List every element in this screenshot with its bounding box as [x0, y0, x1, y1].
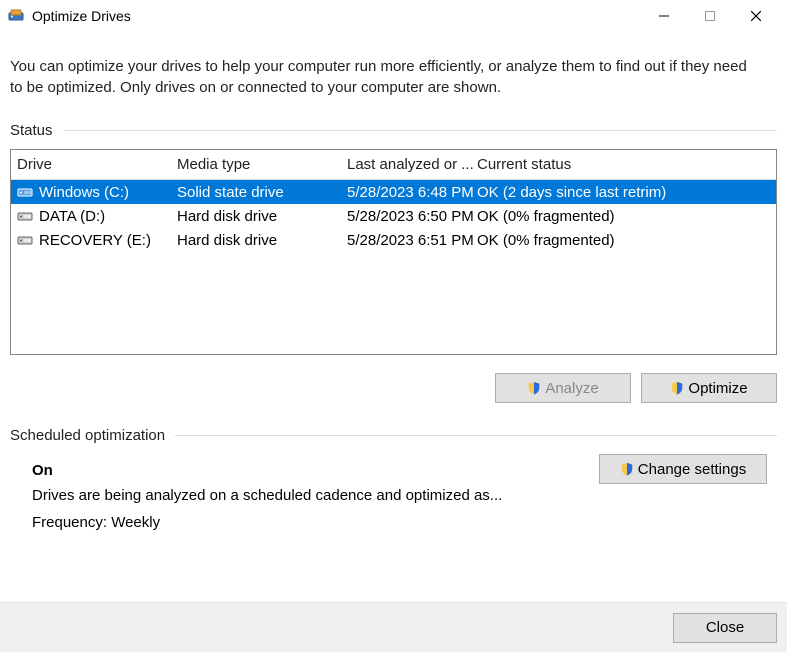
- analyze-button[interactable]: Analyze: [495, 373, 631, 403]
- optimize-button[interactable]: Optimize: [641, 373, 777, 403]
- schedule-desc: Drives are being analyzed on a scheduled…: [32, 487, 502, 504]
- drive-row[interactable]: DATA (D:) Hard disk drive 5/28/2023 6:50…: [11, 204, 776, 228]
- drive-row[interactable]: RECOVERY (E:) Hard disk drive 5/28/2023 …: [11, 228, 776, 252]
- column-header-media[interactable]: Media type: [177, 156, 347, 173]
- shield-icon: [620, 462, 634, 476]
- close-label: Close: [706, 619, 744, 636]
- drive-last: 5/28/2023 6:48 PM: [347, 184, 477, 201]
- column-header-status[interactable]: Current status: [477, 156, 770, 173]
- drive-media: Hard disk drive: [177, 208, 347, 225]
- window-title: Optimize Drives: [32, 8, 641, 24]
- shield-icon: [670, 381, 684, 395]
- drive-status: OK (0% fragmented): [477, 208, 770, 225]
- drive-row[interactable]: Windows (C:) Solid state drive 5/28/2023…: [11, 180, 776, 204]
- app-icon: [8, 8, 24, 24]
- divider: [63, 130, 777, 131]
- schedule-frequency: Frequency: Weekly: [32, 514, 502, 531]
- close-button[interactable]: [733, 0, 779, 32]
- drive-status: OK (0% fragmented): [477, 232, 770, 249]
- drive-last: 5/28/2023 6:51 PM: [347, 232, 477, 249]
- drive-icon: [17, 208, 33, 224]
- minimize-button[interactable]: [641, 0, 687, 32]
- column-header-drive[interactable]: Drive: [17, 156, 177, 173]
- change-settings-label: Change settings: [638, 461, 746, 478]
- change-settings-button[interactable]: Change settings: [599, 454, 767, 484]
- drives-list[interactable]: Drive Media type Last analyzed or ... Cu…: [10, 149, 777, 355]
- close-footer-button[interactable]: Close: [673, 613, 777, 643]
- drive-name: DATA (D:): [39, 208, 105, 225]
- drives-header-row: Drive Media type Last analyzed or ... Cu…: [11, 150, 776, 180]
- column-header-last[interactable]: Last analyzed or ...: [347, 156, 477, 173]
- status-section-label: Status: [10, 122, 53, 139]
- drive-media: Solid state drive: [177, 184, 347, 201]
- scheduled-section-label: Scheduled optimization: [10, 427, 165, 444]
- analyze-label: Analyze: [545, 380, 598, 397]
- titlebar: Optimize Drives: [0, 0, 787, 32]
- drive-last: 5/28/2023 6:50 PM: [347, 208, 477, 225]
- drive-icon: [17, 184, 33, 200]
- optimize-label: Optimize: [688, 380, 747, 397]
- drive-media: Hard disk drive: [177, 232, 347, 249]
- drive-name: RECOVERY (E:): [39, 232, 151, 249]
- shield-icon: [527, 381, 541, 395]
- drive-icon: [17, 232, 33, 248]
- footer: Close: [0, 602, 787, 652]
- drive-status: OK (2 days since last retrim): [477, 184, 770, 201]
- description-text: You can optimize your drives to help you…: [10, 56, 777, 98]
- maximize-button[interactable]: [687, 0, 733, 32]
- schedule-state: On: [32, 462, 502, 479]
- divider: [175, 435, 777, 436]
- drive-name: Windows (C:): [39, 184, 129, 201]
